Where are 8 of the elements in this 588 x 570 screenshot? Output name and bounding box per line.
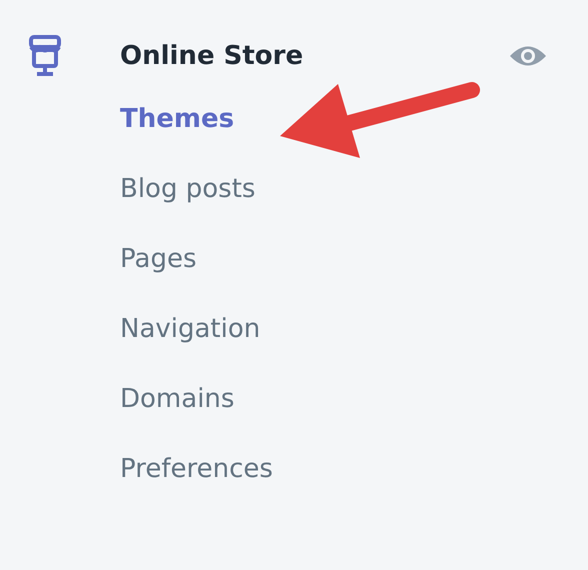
nav-link[interactable]: Preferences bbox=[120, 434, 273, 504]
nav-link[interactable]: Domains bbox=[120, 364, 234, 434]
store-icon bbox=[28, 34, 62, 78]
section-title[interactable]: Online Store bbox=[120, 36, 304, 76]
nav-link[interactable]: Navigation bbox=[120, 294, 260, 364]
nav-link[interactable]: Blog posts bbox=[120, 154, 256, 224]
nav-link[interactable]: Themes bbox=[120, 84, 234, 154]
nav-link[interactable]: Pages bbox=[120, 224, 196, 294]
